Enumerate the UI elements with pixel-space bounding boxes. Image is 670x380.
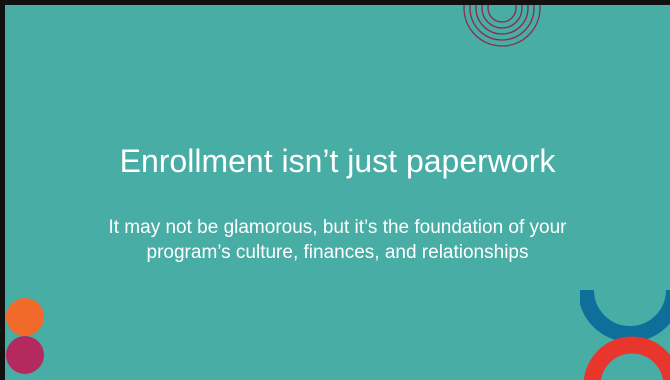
slide-subtitle: It may not be glamorous, but it’s the fo…: [35, 215, 640, 265]
presentation-slide: Enrollment isn’t just paperwork It may n…: [0, 0, 670, 380]
concentric-rings-icon: [463, 5, 541, 47]
blue-arc: [580, 289, 670, 342]
orange-dot: [6, 298, 44, 336]
magenta-dot: [6, 336, 44, 374]
subtitle-line-2: program’s culture, finances, and relatio…: [146, 242, 529, 263]
stacked-circles-icon: [6, 298, 44, 374]
slide-background: [5, 5, 670, 380]
slide-title: Enrollment isn’t just paperwork: [119, 143, 556, 179]
subtitle-line-1: It may not be glamorous, but it’s the fo…: [108, 217, 567, 238]
red-arc: [583, 336, 670, 380]
stacked-arcs-icon: [580, 289, 670, 380]
